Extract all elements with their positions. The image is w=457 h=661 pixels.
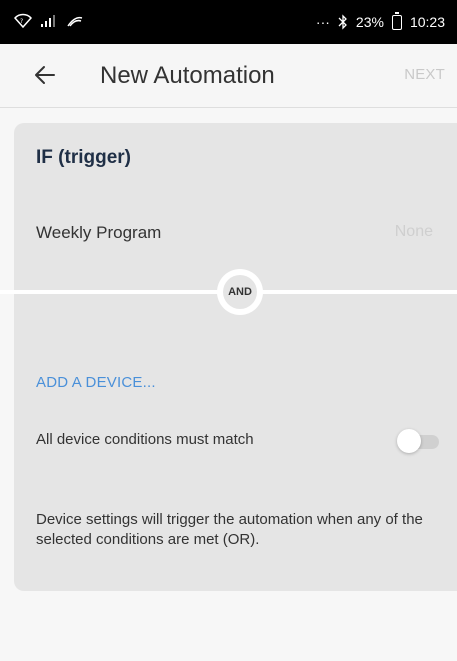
trigger-card: IF (trigger) Weekly Program None AND ADD… bbox=[0, 123, 457, 591]
signal-icon bbox=[40, 14, 58, 31]
all-conditions-label: All device conditions must match bbox=[36, 431, 254, 448]
trigger-heading: IF (trigger) bbox=[36, 147, 131, 168]
all-conditions-toggle[interactable] bbox=[397, 429, 443, 453]
clock: 10:23 bbox=[409, 14, 445, 30]
arrow-left-icon[interactable] bbox=[32, 62, 58, 88]
weekly-program-label: Weekly Program bbox=[36, 223, 162, 242]
weekly-program-value: None bbox=[394, 223, 433, 240]
help-text: Device settings will trigger the automat… bbox=[36, 511, 423, 548]
status-right-icons: ··· 23% 10:23 bbox=[315, 11, 445, 30]
notification-dots: ··· bbox=[315, 14, 330, 30]
status-bar: ? ··· 23% 10:23 bbox=[0, 0, 457, 44]
and-badge: AND bbox=[217, 269, 263, 315]
battery-percent: 23% bbox=[355, 14, 384, 30]
status-left-icons: ? bbox=[13, 13, 84, 32]
all-conditions-row: All device conditions must match bbox=[14, 425, 443, 453]
battery-icon bbox=[391, 11, 402, 30]
and-label: AND bbox=[223, 275, 257, 309]
cast-icon bbox=[66, 14, 84, 31]
toggle-thumb bbox=[397, 429, 421, 453]
wifi-icon: ? bbox=[13, 13, 33, 32]
weekly-program-row[interactable]: Weekly Program None bbox=[14, 217, 443, 247]
page-title: New Automation bbox=[100, 62, 275, 89]
next-button[interactable]: NEXT bbox=[404, 66, 445, 83]
svg-text:?: ? bbox=[20, 18, 23, 25]
add-device-link[interactable]: ADD A DEVICE... bbox=[36, 374, 156, 391]
bluetooth-icon bbox=[338, 14, 348, 30]
app-bar: New Automation NEXT bbox=[0, 44, 457, 108]
